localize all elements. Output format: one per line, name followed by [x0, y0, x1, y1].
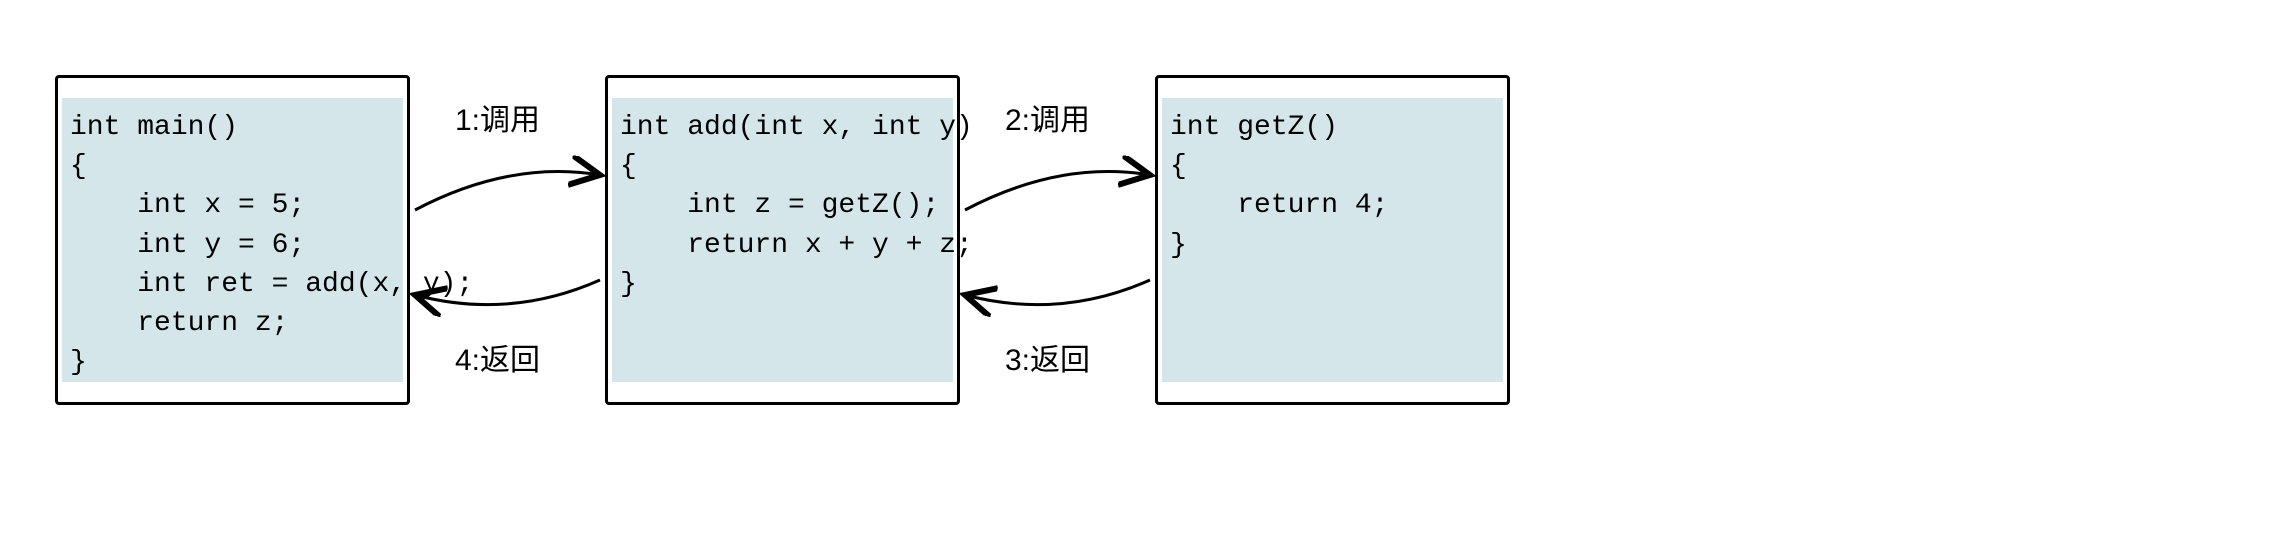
code-box-main: int main() { int x = 5; int y = 6; int r… [55, 75, 410, 405]
arrow-label-4: 4:返回 [455, 335, 540, 379]
code-content-add: int add(int x, int y) { int z = getZ(); … [620, 108, 973, 304]
arrow-label-3: 3:返回 [1005, 335, 1090, 379]
arrow-return-4 [410, 270, 605, 340]
code-box-add: int add(int x, int y) { int z = getZ(); … [605, 75, 960, 405]
arrow-label-2: 2:调用 [1005, 95, 1090, 139]
arrow-call-1 [410, 150, 605, 220]
code-box-getz: int getZ() { return 4; } [1155, 75, 1510, 405]
arrow-call-2 [960, 150, 1155, 220]
arrow-return-3 [960, 270, 1155, 340]
code-content-getz: int getZ() { return 4; } [1170, 108, 1388, 265]
arrow-label-1: 1:调用 [455, 95, 540, 139]
